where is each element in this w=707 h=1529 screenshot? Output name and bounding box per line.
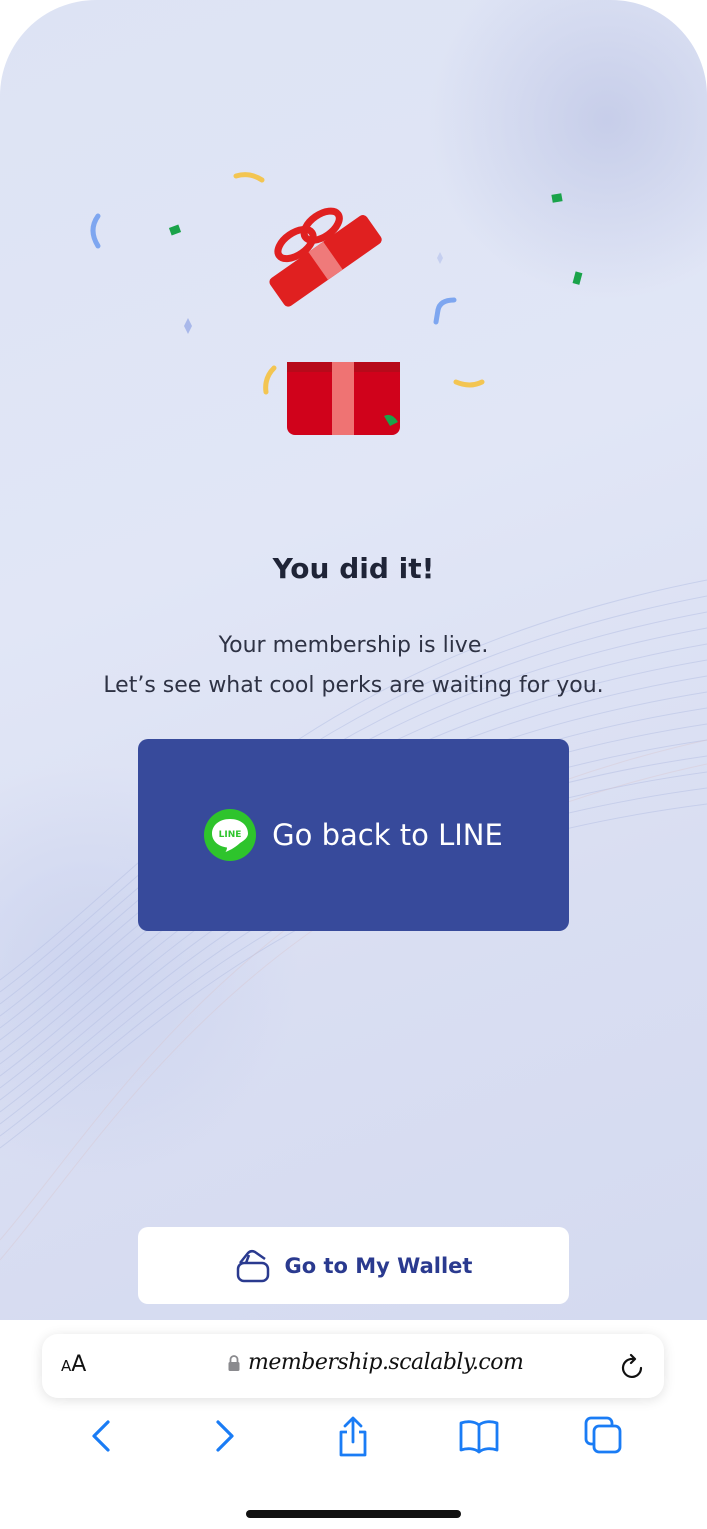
page-background: You did it! Your membership is live. Let… xyxy=(0,0,707,1320)
tabs-icon[interactable] xyxy=(584,1416,624,1460)
bookmarks-icon[interactable] xyxy=(458,1416,500,1460)
text-size-large-label: A xyxy=(71,1352,87,1377)
lock-icon xyxy=(228,1354,240,1371)
line-badge-text: LINE xyxy=(219,830,242,840)
url-text: membership.scalably.com xyxy=(248,1350,524,1375)
back-chevron-icon[interactable] xyxy=(88,1416,114,1460)
reload-icon[interactable] xyxy=(620,1352,646,1384)
subtitle: Your membership is live. Let’s see what … xyxy=(0,626,707,706)
wallet-button-label: Go to My Wallet xyxy=(284,1253,473,1278)
subtitle-line: Your membership is live. xyxy=(218,633,489,658)
url-display[interactable]: membership.scalably.com xyxy=(228,1350,524,1375)
go-to-my-wallet-button[interactable]: Go to My Wallet xyxy=(138,1227,569,1304)
line-logo-icon: LINE xyxy=(204,809,257,861)
go-back-to-line-button[interactable]: LINE Go back to LINE xyxy=(138,739,569,931)
gift-illustration xyxy=(90,172,583,435)
forward-chevron-icon[interactable] xyxy=(212,1416,238,1460)
page-title: You did it! xyxy=(272,552,435,585)
share-icon[interactable] xyxy=(336,1416,370,1462)
line-button-label: Go back to LINE xyxy=(272,818,503,852)
home-indicator xyxy=(246,1510,461,1518)
subtitle-line: Let’s see what cool perks are waiting fo… xyxy=(103,673,604,698)
safari-browser-chrome: AA membership.scalably.com xyxy=(0,1320,707,1529)
text-size-small-label: A xyxy=(61,1357,72,1375)
text-size-button[interactable]: AA xyxy=(61,1352,86,1377)
address-bar[interactable]: AA membership.scalably.com xyxy=(42,1334,664,1398)
wallet-icon xyxy=(236,1249,269,1282)
browser-toolbar xyxy=(0,1416,707,1460)
